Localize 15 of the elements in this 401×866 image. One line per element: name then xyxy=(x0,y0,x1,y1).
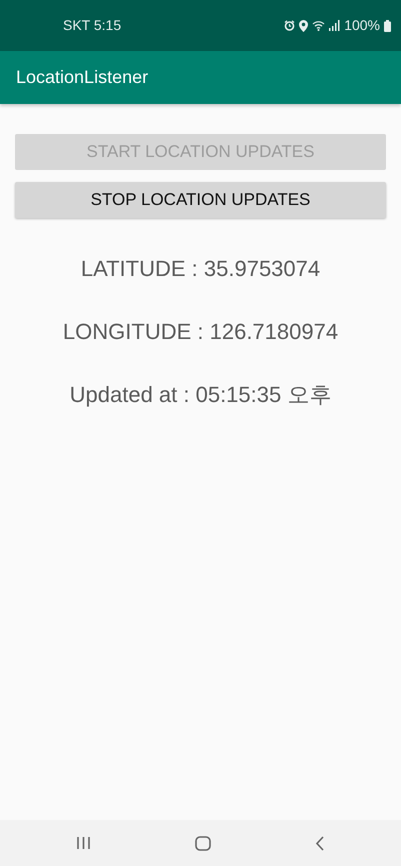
action-button[interactable]: STOP LOCATION UPDATES xyxy=(15,182,386,218)
battery-icon xyxy=(384,20,391,32)
app-title: LocationListener xyxy=(16,66,148,89)
location-pin-icon xyxy=(299,20,308,32)
reading-text: LONGITUDE : 126.7180974 xyxy=(62,318,338,346)
reading-text: Updated at : 05:15:35 오후 xyxy=(70,381,332,409)
home-icon[interactable] xyxy=(195,836,211,850)
reading-text: LATITUDE : 35.9753074 xyxy=(80,255,320,283)
battery-percent: 100% xyxy=(344,16,380,35)
recent-apps-icon[interactable] xyxy=(76,836,91,850)
carrier-time: SKT 5:15 xyxy=(63,16,122,35)
wifi-icon xyxy=(312,20,326,31)
alarm-icon xyxy=(284,20,296,31)
back-icon[interactable] xyxy=(315,836,325,850)
signal-icon xyxy=(329,20,340,31)
